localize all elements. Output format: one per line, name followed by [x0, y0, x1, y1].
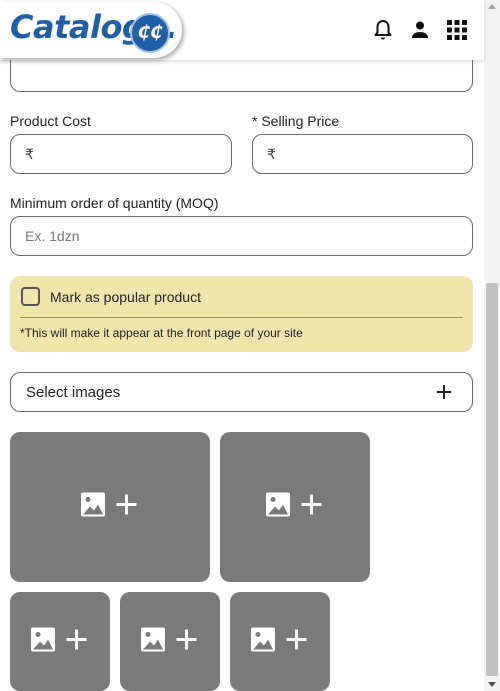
scroll-down-arrow-icon[interactable] [488, 682, 496, 687]
select-images-label: Select images [26, 384, 121, 401]
scroll-thumb[interactable] [486, 283, 498, 676]
rupee-icon: ₹ [25, 145, 34, 162]
product-cost-field[interactable]: ₹ [10, 134, 232, 174]
moq-field[interactable] [10, 216, 473, 256]
add-image-icon [251, 625, 309, 658]
divider [20, 317, 463, 318]
add-image-icon [81, 491, 139, 524]
add-image-icon [141, 625, 199, 658]
popular-label: Mark as popular product [50, 289, 201, 305]
image-slot-3[interactable] [10, 592, 110, 691]
logo-badge: ₵₵ [130, 13, 170, 53]
selling-price-input[interactable] [281, 135, 472, 173]
plus-icon [435, 383, 453, 401]
popular-product-panel: Mark as popular product *This will make … [10, 276, 473, 352]
image-slot-5[interactable] [230, 592, 330, 691]
add-image-icon [31, 625, 89, 658]
selling-price-label: * Selling Price [252, 113, 340, 129]
image-slot-1[interactable] [10, 432, 210, 582]
logo[interactable]: Cataloge. ₵₵ [0, 2, 182, 58]
scroll-up-arrow-icon[interactable] [488, 4, 496, 9]
add-image-icon [266, 491, 324, 524]
rupee-icon: ₹ [267, 145, 276, 162]
image-slot-4[interactable] [120, 592, 220, 691]
popular-checkbox[interactable] [21, 287, 40, 306]
image-slot-2[interactable] [220, 432, 370, 582]
scrollbar[interactable] [484, 0, 500, 691]
moq-label: Minimum order of quantity (MOQ) [10, 195, 219, 211]
selling-price-field[interactable]: ₹ [252, 134, 473, 174]
app-header: Cataloge. ₵₵ [0, 0, 484, 60]
select-images-button[interactable]: Select images [10, 372, 473, 412]
bell-icon[interactable] [371, 18, 395, 42]
person-icon[interactable] [408, 18, 432, 42]
moq-input[interactable] [25, 217, 472, 255]
product-cost-label: Product Cost [10, 113, 91, 129]
product-cost-input[interactable] [39, 135, 231, 173]
apps-grid-icon[interactable] [445, 18, 469, 42]
popular-note: *This will make it appear at the front p… [20, 326, 303, 340]
